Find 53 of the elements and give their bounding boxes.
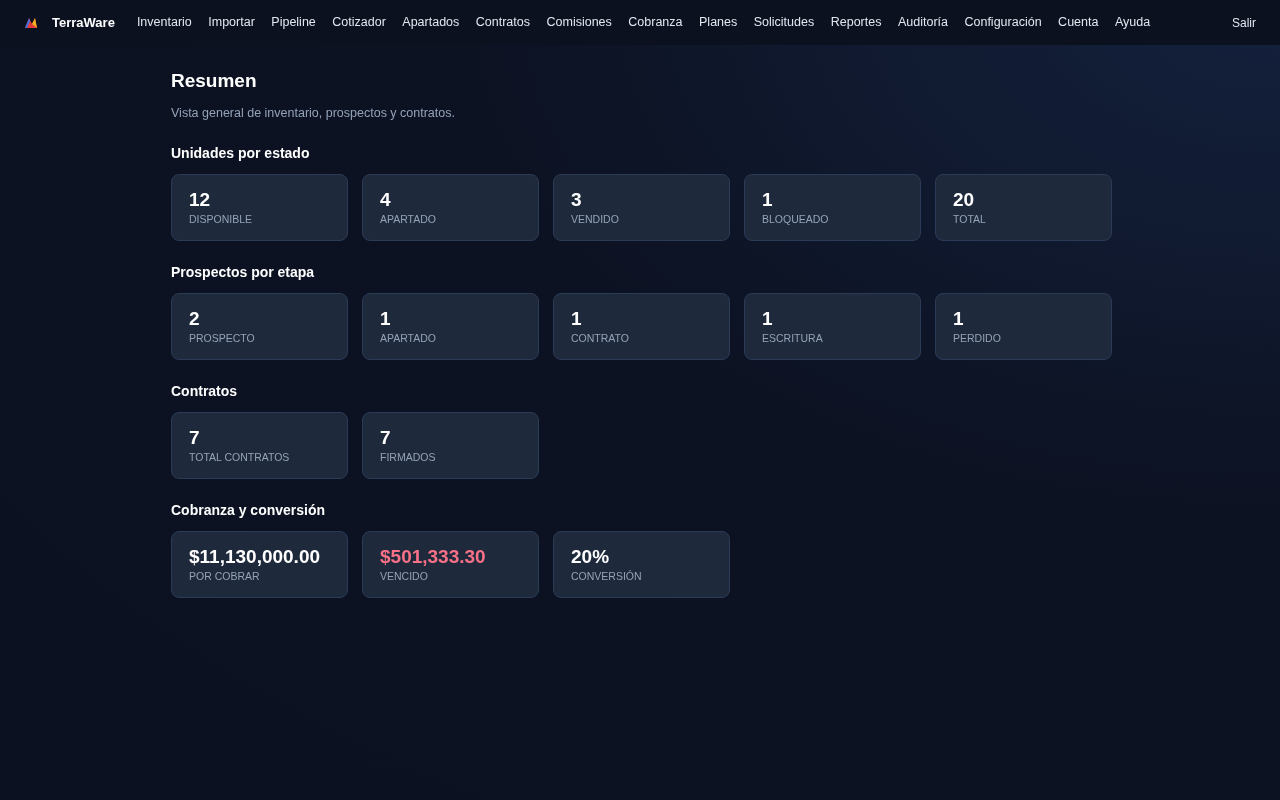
stat-value: 1	[380, 307, 391, 332]
stat-label: ESCRITURA	[762, 331, 824, 347]
stat-label: TOTAL CONTRATOS	[189, 450, 291, 466]
nav-link[interactable]: Pipeline	[271, 13, 316, 32]
stat-value: 20%	[571, 545, 610, 570]
stat-value: 20	[953, 188, 975, 213]
logout-link[interactable]: Salir	[1232, 13, 1256, 32]
stat-value: 4	[380, 188, 391, 213]
nav-link[interactable]: Solicitudes	[753, 13, 815, 32]
stat-value: $11,130,000.00	[189, 545, 321, 570]
stat-label: APARTADO	[380, 212, 437, 228]
stat-label: PERDIDO	[953, 331, 1002, 347]
nav-link[interactable]: Reportes	[830, 13, 882, 32]
stat-label: PROSPECTO	[189, 331, 256, 347]
page-title: Resumen	[171, 69, 258, 93]
stat-value: 1	[953, 307, 964, 332]
stat-label: VENDIDO	[571, 212, 620, 228]
nav-link[interactable]: Apartados	[402, 13, 460, 32]
stat-label: CONTRATO	[571, 331, 630, 347]
stat-label: TOTAL	[953, 212, 987, 228]
page-subtitle: Vista general de inventario, prospectos y contratos.	[171, 104, 456, 122]
nav-link[interactable]: Inventario	[136, 13, 192, 32]
brand-name: TerraWare	[52, 13, 115, 32]
nav-link[interactable]: Auditoría	[897, 13, 948, 32]
stat-label: APARTADO	[380, 331, 437, 347]
section-heading: Cobranza y conversión	[171, 501, 327, 521]
stat-value: 2	[189, 307, 200, 332]
stat-label: POR COBRAR	[189, 569, 261, 585]
stat-label: CONVERSIÓN	[571, 569, 643, 585]
nav-link[interactable]: Configuración	[964, 13, 1042, 32]
nav-link[interactable]: Importar	[208, 13, 255, 32]
stat-value: 3	[571, 188, 582, 213]
section-heading: Unidades por estado	[171, 144, 311, 164]
nav-link[interactable]: Contratos	[475, 13, 530, 32]
nav-link[interactable]: Cotizador	[332, 13, 386, 32]
nav-link[interactable]: Cobranza	[628, 13, 683, 32]
stat-label: BLOQUEADO	[762, 212, 830, 228]
stat-value: 1	[762, 307, 773, 332]
stat-value: 7	[380, 426, 391, 451]
nav-link[interactable]: Comisiones	[546, 13, 612, 32]
stat-value: 1	[762, 188, 773, 213]
stat-value: 7	[189, 426, 200, 451]
stat-label: VENCIDO	[380, 569, 429, 585]
stat-label: FIRMADOS	[380, 450, 437, 466]
nav-link[interactable]: Ayuda	[1114, 13, 1151, 32]
section-heading: Prospectos por etapa	[171, 263, 316, 283]
stat-value: 12	[189, 188, 211, 213]
stat-label: DISPONIBLE	[189, 212, 254, 228]
section-heading: Contratos	[171, 382, 239, 402]
stat-value: $501,333.30	[380, 545, 486, 570]
nav-link[interactable]: Planes	[699, 13, 738, 32]
nav-link[interactable]: Cuenta	[1058, 13, 1099, 32]
stat-value: 1	[571, 307, 582, 332]
